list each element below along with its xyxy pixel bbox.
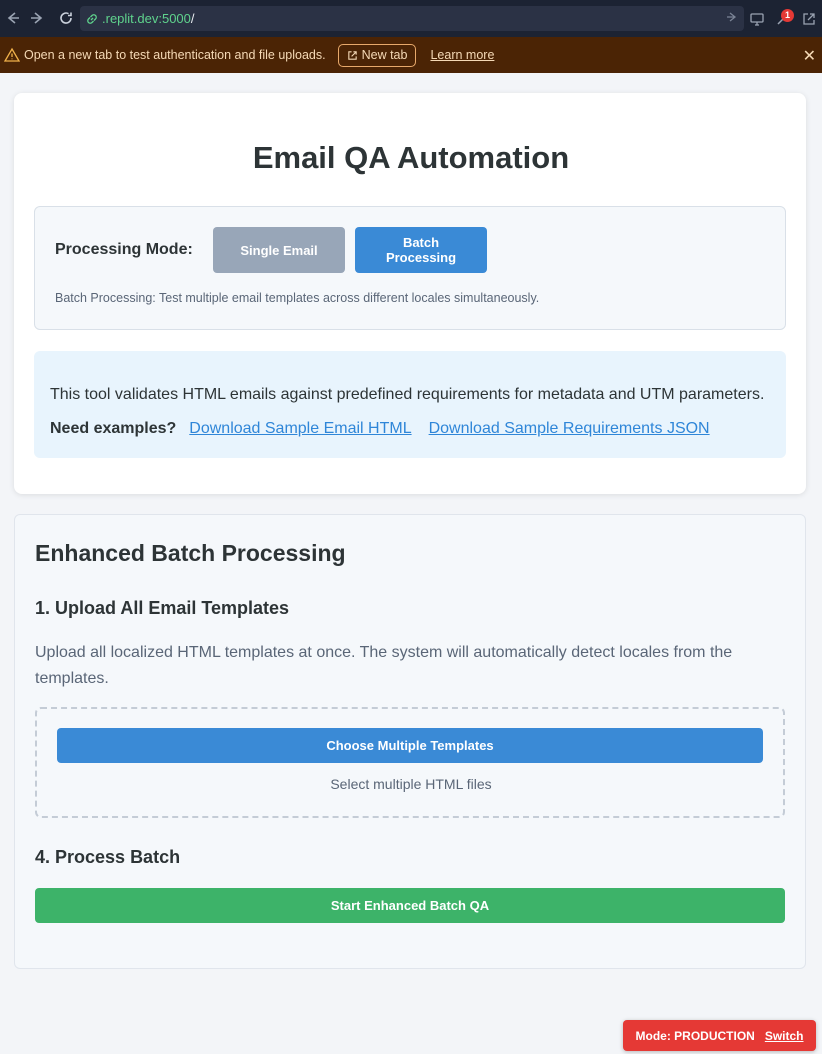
new-tab-warning-banner: Open a new tab to test authentication an…	[0, 37, 822, 73]
mode-description: Batch Processing: Test multiple email te…	[55, 291, 540, 305]
close-icon[interactable]: ✕	[803, 46, 816, 66]
drop-hint: Select multiple HTML files	[330, 776, 492, 792]
forward-arrow-icon[interactable]	[24, 5, 50, 31]
new-tab-label: New tab	[361, 48, 408, 62]
address-bar[interactable]: .replit.dev:5000/	[80, 6, 744, 31]
external-link-icon	[347, 50, 358, 61]
mode-badge-text: Mode: PRODUCTION	[635, 1028, 755, 1043]
processing-mode-label: Processing Mode:	[55, 241, 193, 258]
batch-section-title: Enhanced Batch Processing	[35, 540, 346, 566]
notification-badge: 1	[781, 8, 794, 22]
back-arrow-icon[interactable]	[0, 5, 26, 31]
download-sample-json-link[interactable]: Download Sample Requirements JSON	[429, 420, 710, 438]
reload-icon[interactable]	[53, 5, 79, 31]
environment-mode-badge: Mode: PRODUCTION Switch	[623, 1020, 816, 1051]
info-panel	[34, 351, 786, 458]
switch-mode-link[interactable]: Switch	[765, 1029, 804, 1043]
choose-multiple-templates-button[interactable]: Choose Multiple Templates	[57, 728, 763, 763]
link-icon	[86, 13, 98, 25]
browser-toolbar: .replit.dev:5000/ 1	[0, 0, 822, 37]
step1-title: 1. Upload All Email Templates	[35, 598, 290, 618]
devtools-wrench-icon[interactable]: 1	[770, 6, 796, 32]
batch-processing-button[interactable]: Batch Processing	[355, 227, 487, 273]
start-batch-qa-button[interactable]: Start Enhanced Batch QA	[35, 888, 785, 923]
url-host: .replit.dev:5000	[102, 11, 191, 26]
devices-icon[interactable]	[744, 6, 770, 32]
page-title: Email QA Automation	[252, 140, 570, 175]
open-arrow-icon[interactable]	[726, 11, 738, 26]
single-email-button[interactable]: Single Email	[213, 227, 345, 273]
learn-more-link[interactable]: Learn more	[430, 48, 494, 62]
info-text: This tool validates HTML emails against …	[50, 386, 765, 403]
examples-row: Need examples? Download Sample Email HTM…	[50, 420, 710, 438]
step4-title: 4. Process Batch	[35, 847, 181, 867]
examples-label: Need examples?	[50, 420, 177, 437]
step1-description: Upload all localized HTML templates at o…	[35, 644, 733, 687]
batch-label-line2: Processing	[385, 250, 457, 265]
banner-message: Open a new tab to test authentication an…	[24, 48, 326, 62]
warning-triangle-icon	[4, 47, 20, 63]
url-path: /	[190, 11, 195, 26]
new-tab-button[interactable]: New tab	[337, 43, 417, 67]
external-link-icon[interactable]	[796, 6, 822, 32]
download-sample-html-link[interactable]: Download Sample Email HTML	[189, 420, 411, 438]
batch-label-line1: Batch	[402, 235, 440, 250]
